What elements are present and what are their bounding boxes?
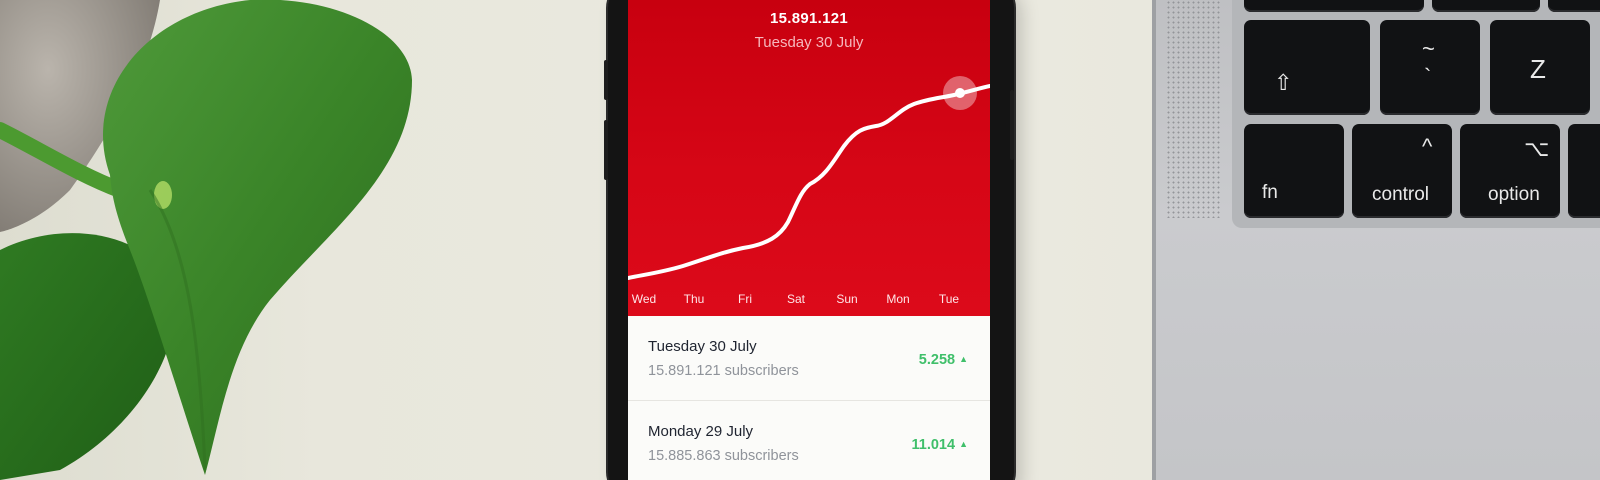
phone-volume-button bbox=[604, 120, 608, 180]
chart-line-area bbox=[628, 76, 990, 280]
key-tilde[interactable]: ~ ` bbox=[1380, 20, 1480, 115]
key-control[interactable]: ^ control bbox=[1352, 124, 1452, 218]
list-item[interactable]: Tuesday 30 July 15.891.121 subscribers 5… bbox=[628, 316, 990, 401]
phone-screen: 15.891.121 Tuesday 30 July Wed Thu Fri S… bbox=[628, 0, 990, 480]
row-title: Monday 29 July bbox=[648, 423, 754, 440]
trend-up-icon: ▲ bbox=[959, 439, 968, 449]
key-partial-right[interactable] bbox=[1568, 124, 1600, 218]
shift-icon: ⇧ bbox=[1274, 70, 1293, 95]
key-top-partial[interactable] bbox=[1244, 0, 1424, 12]
key-top-partial[interactable] bbox=[1432, 0, 1540, 12]
key-z[interactable]: Z bbox=[1490, 20, 1590, 115]
speaker-grille bbox=[1166, 0, 1222, 218]
key-option[interactable]: ⌥ option bbox=[1460, 124, 1560, 218]
tilde-glyph: ~ bbox=[1422, 36, 1435, 61]
x-axis-label-tue: Tue bbox=[938, 292, 960, 306]
list-item[interactable]: Monday 29 July 15.885.863 subscribers 11… bbox=[628, 401, 990, 480]
growth-line bbox=[628, 84, 990, 280]
plant-leaves bbox=[0, 0, 412, 480]
row-title: Tuesday 30 July bbox=[648, 338, 757, 355]
x-axis-label-sat: Sat bbox=[786, 292, 805, 306]
x-axis-label-sun: Sun bbox=[836, 292, 858, 306]
z-label: Z bbox=[1530, 54, 1546, 84]
option-glyph: ⌥ bbox=[1524, 136, 1550, 161]
chart-marker-inner bbox=[955, 88, 965, 98]
row-change: 11.014 ▲ bbox=[912, 437, 968, 453]
control-label: control bbox=[1372, 184, 1430, 205]
row-subtitle: 15.891.121 subscribers bbox=[648, 363, 799, 379]
row-change: 5.258 ▲ bbox=[919, 352, 968, 368]
x-axis-label-wed: Wed bbox=[631, 292, 657, 306]
phone-side-button bbox=[1010, 90, 1014, 160]
option-label: option bbox=[1488, 184, 1540, 205]
row-subtitle: 15.885.863 subscribers bbox=[648, 448, 799, 464]
key-fn[interactable]: fn bbox=[1244, 124, 1344, 218]
control-glyph: ^ bbox=[1422, 134, 1433, 159]
x-axis-label-thu: Thu bbox=[683, 292, 705, 306]
x-axis-label-mon: Mon bbox=[886, 292, 910, 306]
laptop-edge bbox=[1152, 0, 1156, 480]
x-axis-label-fri: Fri bbox=[738, 292, 752, 306]
fn-label: fn bbox=[1262, 182, 1278, 203]
key-top-partial[interactable] bbox=[1548, 0, 1600, 12]
photo-scene: 15.891.121 Tuesday 30 July Wed Thu Fri S… bbox=[0, 0, 1600, 480]
phone-volume-button bbox=[604, 60, 608, 100]
trend-up-icon: ▲ bbox=[959, 354, 968, 364]
subscriber-chart: 15.891.121 Tuesday 30 July Wed Thu Fri S… bbox=[628, 0, 990, 316]
key-shift[interactable]: ⇧ bbox=[1244, 20, 1370, 115]
backtick-glyph: ` bbox=[1424, 64, 1432, 89]
change-value: 5.258 bbox=[918, 352, 956, 368]
change-value: 11.014 bbox=[911, 437, 956, 453]
